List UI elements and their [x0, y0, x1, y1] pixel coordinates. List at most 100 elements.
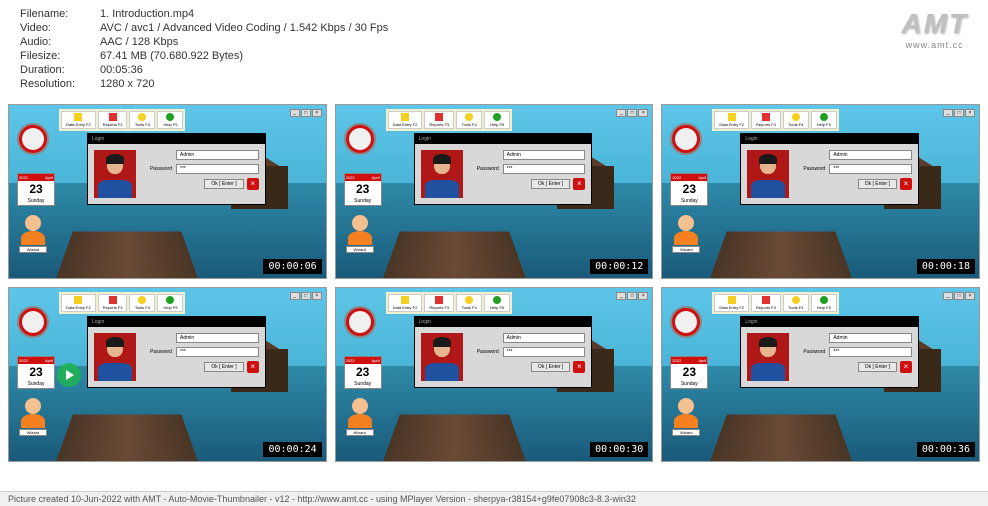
thumbnail[interactable]: Data Entry F2 Reports F3 Tools F4 Help F… — [8, 104, 327, 279]
window-controls: _ □ × — [616, 292, 648, 300]
pencil-icon — [74, 296, 82, 304]
toolbar-data-entry[interactable]: Data Entry F2 — [61, 294, 96, 312]
username-input[interactable]: Admin — [503, 150, 586, 160]
report-icon — [109, 113, 117, 121]
close-button[interactable]: × — [638, 109, 648, 117]
password-input[interactable]: *** — [503, 347, 586, 357]
password-input[interactable]: *** — [176, 347, 259, 357]
toolbar-tools[interactable]: Tools F4 — [456, 294, 482, 312]
login-window: Login Admin Password *** Ok [ Enter ] × — [87, 316, 266, 388]
cancel-x-button[interactable]: × — [247, 361, 259, 373]
login-window: Login Admin Password *** Ok [ Enter ] × — [740, 316, 919, 388]
toolbar-reports[interactable]: Reports F3 — [424, 294, 454, 312]
toolbar-help[interactable]: Help F5 — [484, 294, 510, 312]
user-photo — [747, 150, 789, 198]
toolbar-data-entry[interactable]: Data Entry F2 — [61, 111, 96, 129]
toolbar-reports[interactable]: Reports F3 — [98, 294, 128, 312]
username-input[interactable]: Admin — [503, 333, 586, 343]
cancel-x-button[interactable]: × — [900, 178, 912, 190]
toolbar-data-entry[interactable]: Data Entry F2 — [714, 111, 749, 129]
ok-button[interactable]: Ok [ Enter ] — [531, 362, 570, 372]
maximize-button[interactable]: □ — [627, 109, 637, 117]
ok-button[interactable]: Ok [ Enter ] — [858, 179, 897, 189]
toolbar-help[interactable]: Help F5 — [157, 111, 183, 129]
toolbar-tools[interactable]: Tools F4 — [129, 111, 155, 129]
login-title: Login — [741, 317, 918, 327]
report-icon — [762, 296, 770, 304]
thumbnail[interactable]: Data Entry F2 Reports F3 Tools F4 Help F… — [661, 104, 980, 279]
password-input[interactable]: *** — [176, 164, 259, 174]
cancel-x-button[interactable]: × — [573, 361, 585, 373]
cancel-x-button[interactable]: × — [900, 361, 912, 373]
calendar-day: 23 — [345, 364, 381, 380]
minimize-button[interactable]: _ — [943, 109, 953, 117]
username-input[interactable]: Admin — [829, 333, 912, 343]
filename-value: 1. Introduction.mp4 — [100, 8, 194, 20]
thumbnail[interactable]: Data Entry F2 Reports F3 Tools F4 Help F… — [335, 287, 654, 462]
toolbar-help[interactable]: Help F5 — [484, 111, 510, 129]
toolbar-help[interactable]: Help F5 — [811, 111, 837, 129]
ok-button[interactable]: Ok [ Enter ] — [531, 179, 570, 189]
toolbar-data-entry[interactable]: Data Entry F2 — [388, 294, 423, 312]
toolbar-reports[interactable]: Reports F3 — [751, 294, 781, 312]
toolbar-data-entry[interactable]: Data Entry F2 — [714, 294, 749, 312]
ok-button[interactable]: Ok [ Enter ] — [204, 179, 243, 189]
maximize-button[interactable]: □ — [301, 109, 311, 117]
toolbar-reports[interactable]: Reports F3 — [751, 111, 781, 129]
toolbar-tools[interactable]: Tools F4 — [456, 111, 482, 129]
login-title: Login — [415, 134, 592, 144]
thumbnail[interactable]: Data Entry F2 Reports F3 Tools F4 Help F… — [8, 287, 327, 462]
app-toolbar: Data Entry F2 Reports F3 Tools F4 Help F… — [59, 109, 185, 131]
calendar-dow: Sunday — [671, 197, 707, 205]
help-icon — [820, 296, 828, 304]
toolbar-data-entry[interactable]: Data Entry F2 — [388, 111, 423, 129]
thumbnail[interactable]: Data Entry F2 Reports F3 Tools F4 Help F… — [335, 104, 654, 279]
timestamp-badge: 00:00:18 — [917, 259, 975, 274]
toolbar-tools[interactable]: Tools F4 — [783, 294, 809, 312]
toolbar-help[interactable]: Help F5 — [811, 294, 837, 312]
minimize-button[interactable]: _ — [943, 292, 953, 300]
clock-widget — [344, 123, 376, 155]
ok-button[interactable]: Ok [ Enter ] — [858, 362, 897, 372]
user-photo — [747, 333, 789, 381]
password-input[interactable]: *** — [829, 347, 912, 357]
toolbar-reports[interactable]: Reports F3 — [98, 111, 128, 129]
avatar-body — [674, 414, 698, 428]
maximize-button[interactable]: □ — [301, 292, 311, 300]
ok-button[interactable]: Ok [ Enter ] — [204, 362, 243, 372]
toolbar-help[interactable]: Help F5 — [157, 294, 183, 312]
username-input[interactable]: Admin — [829, 150, 912, 160]
maximize-button[interactable]: □ — [954, 292, 964, 300]
minimize-button[interactable]: _ — [290, 292, 300, 300]
calendar-widget: 2022April 23 Sunday — [670, 173, 708, 206]
close-button[interactable]: × — [312, 109, 322, 117]
minimize-button[interactable]: _ — [616, 109, 626, 117]
minimize-button[interactable]: _ — [616, 292, 626, 300]
maximize-button[interactable]: □ — [954, 109, 964, 117]
close-button[interactable]: × — [312, 292, 322, 300]
login-window: Login Admin Password *** Ok [ Enter ] × — [414, 316, 593, 388]
username-input[interactable]: Admin — [176, 333, 259, 343]
timestamp-badge: 00:00:06 — [263, 259, 321, 274]
toolbar-tools[interactable]: Tools F4 — [129, 294, 155, 312]
toolbar-tools[interactable]: Tools F4 — [783, 111, 809, 129]
maximize-button[interactable]: □ — [627, 292, 637, 300]
password-input[interactable]: *** — [503, 164, 586, 174]
thumbnail[interactable]: Data Entry F2 Reports F3 Tools F4 Help F… — [661, 287, 980, 462]
avatar-widget: Wizard — [672, 398, 700, 430]
cancel-x-button[interactable]: × — [247, 178, 259, 190]
pier — [710, 231, 852, 278]
metadata-header: Filename:1. Introduction.mp4 Video:AVC /… — [0, 0, 988, 100]
toolbar-reports[interactable]: Reports F3 — [424, 111, 454, 129]
close-button[interactable]: × — [965, 292, 975, 300]
close-button[interactable]: × — [638, 292, 648, 300]
cancel-x-button[interactable]: × — [573, 178, 585, 190]
app-toolbar: Data Entry F2 Reports F3 Tools F4 Help F… — [712, 109, 838, 131]
close-button[interactable]: × — [965, 109, 975, 117]
calendar-dow: Sunday — [18, 380, 54, 388]
report-icon — [109, 296, 117, 304]
minimize-button[interactable]: _ — [290, 109, 300, 117]
user-photo — [421, 333, 463, 381]
username-input[interactable]: Admin — [176, 150, 259, 160]
password-input[interactable]: *** — [829, 164, 912, 174]
